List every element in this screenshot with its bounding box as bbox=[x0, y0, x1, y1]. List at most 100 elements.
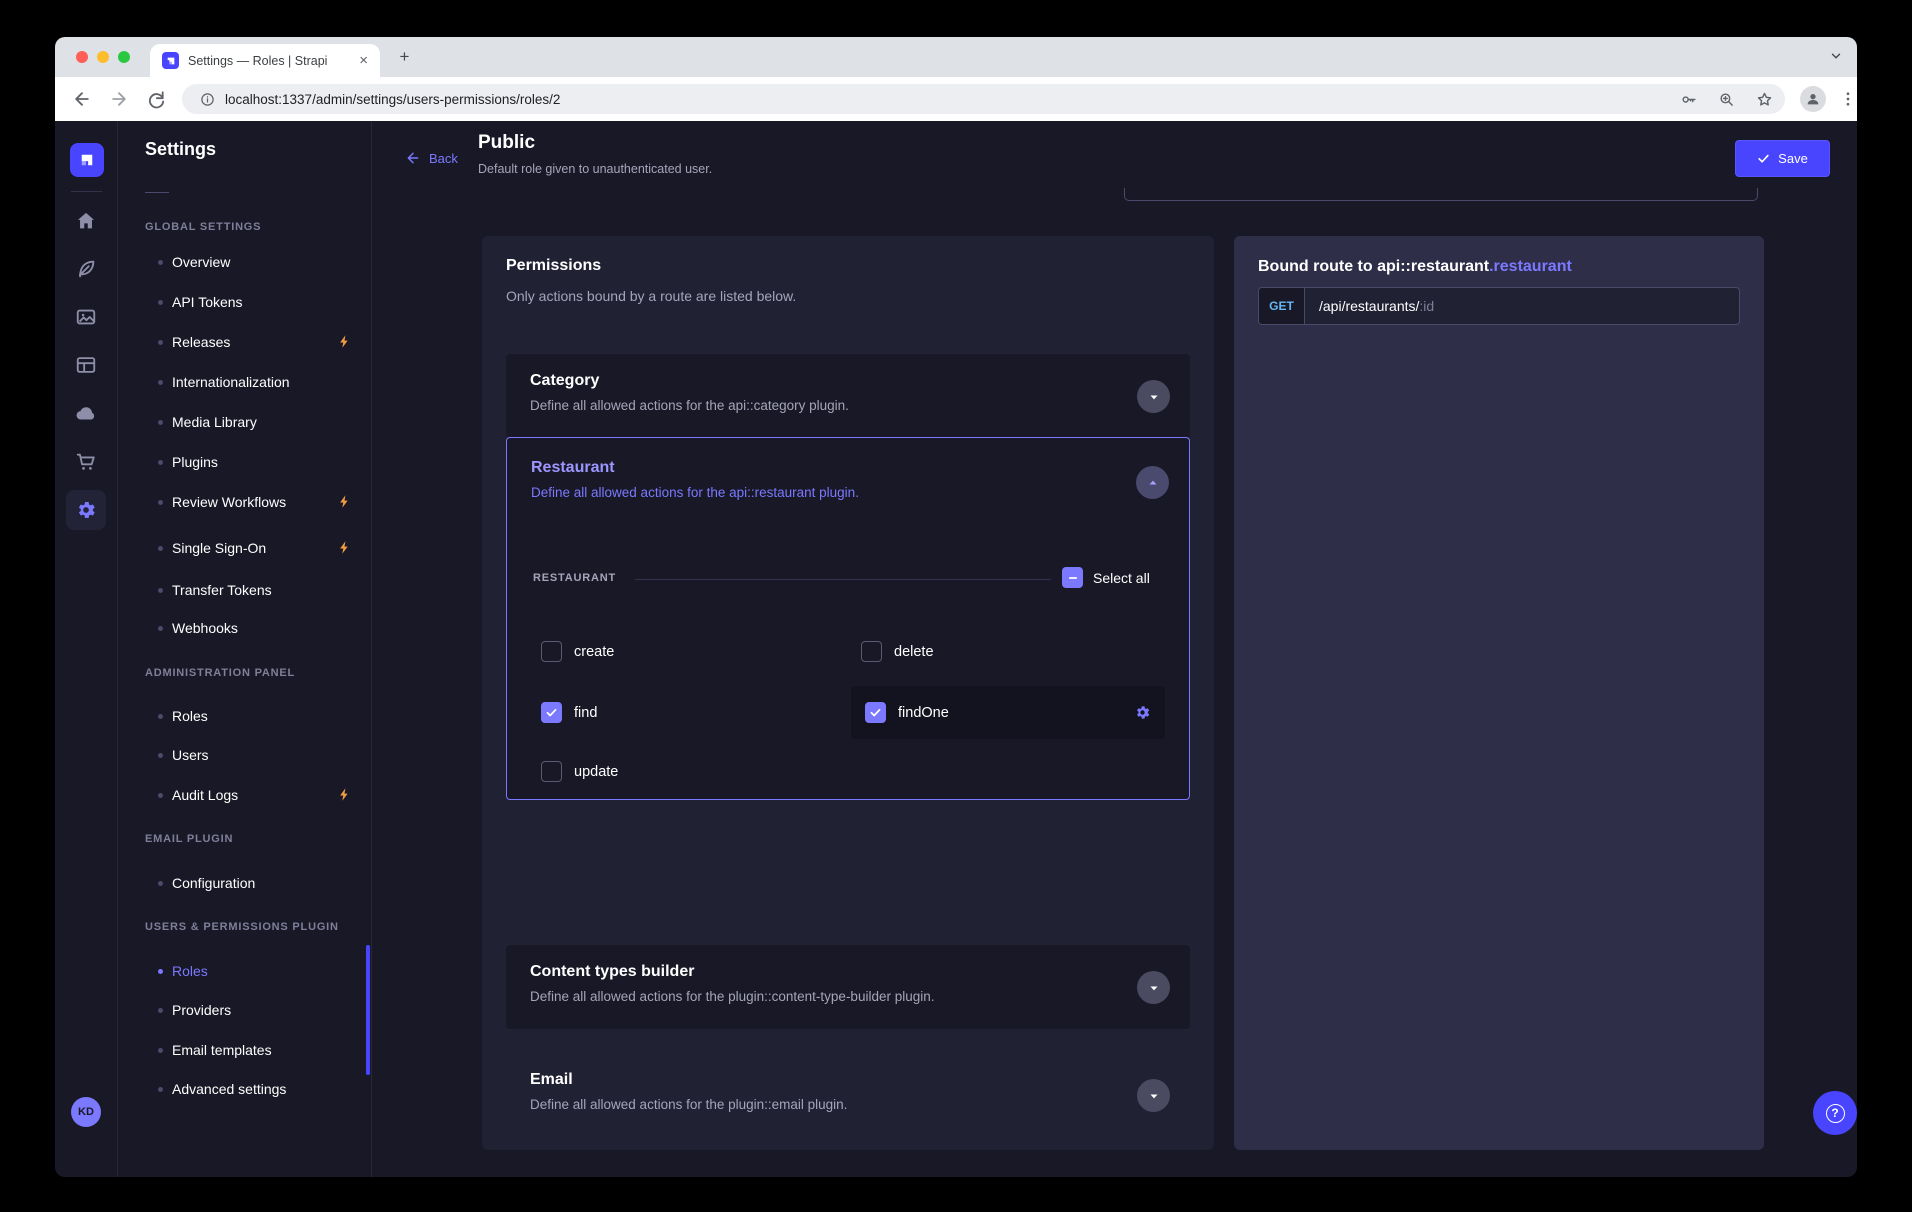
chevron-down-icon[interactable] bbox=[1137, 1079, 1170, 1112]
chevron-up-icon[interactable] bbox=[1136, 466, 1169, 499]
forward-icon[interactable] bbox=[109, 89, 129, 109]
media-library-icon[interactable] bbox=[66, 297, 106, 337]
password-key-icon[interactable] bbox=[1680, 91, 1697, 108]
sidebar-item-providers[interactable]: Providers bbox=[118, 1000, 372, 1022]
permission-update[interactable]: update bbox=[541, 761, 618, 782]
new-tab-button[interactable]: + bbox=[395, 48, 414, 67]
browser-menu-icon[interactable] bbox=[1839, 90, 1857, 108]
sidebar-item-audit-logs[interactable]: Audit Logs bbox=[118, 785, 372, 807]
question-mark-icon: ? bbox=[1826, 1104, 1845, 1123]
sidebar-item-overview[interactable]: Overview bbox=[118, 252, 372, 274]
sidebar-item-admin-roles[interactable]: Roles bbox=[118, 706, 372, 728]
permission-findone-selected-row[interactable]: findOne bbox=[851, 686, 1165, 739]
sidebar-item-email-templates[interactable]: Email templates bbox=[118, 1040, 372, 1062]
select-all-checkbox-indeterminate[interactable] bbox=[1062, 567, 1083, 588]
checkbox-delete-unchecked[interactable] bbox=[861, 641, 882, 662]
page-subtitle: Default role given to unauthenticated us… bbox=[478, 162, 712, 176]
sidebar-item-advanced-settings[interactable]: Advanced settings bbox=[118, 1079, 372, 1101]
bullet-icon bbox=[158, 340, 163, 345]
permission-label: find bbox=[574, 705, 597, 721]
bullet-icon bbox=[158, 969, 163, 974]
sidebar-item-internationalization[interactable]: Internationalization bbox=[118, 372, 372, 394]
sidebar-item-webhooks[interactable]: Webhooks bbox=[118, 618, 372, 640]
accordion-restaurant-expanded[interactable]: Restaurant Define all allowed actions fo… bbox=[506, 437, 1190, 800]
permissions-subtitle: Only actions bound by a route are listed… bbox=[506, 288, 796, 304]
sidebar-item-admin-users[interactable]: Users bbox=[118, 745, 372, 767]
tab-close-icon[interactable]: × bbox=[357, 51, 370, 70]
accordion-description: Define all allowed actions for the api::… bbox=[531, 485, 859, 500]
bookmark-star-icon[interactable] bbox=[1756, 91, 1773, 108]
content-type-builder-icon[interactable] bbox=[66, 345, 106, 385]
accordion-content-types-builder[interactable]: Content types builder Define all allowed… bbox=[506, 945, 1190, 1029]
cloud-icon[interactable] bbox=[66, 393, 106, 433]
back-icon[interactable] bbox=[72, 89, 92, 109]
chevron-down-icon[interactable] bbox=[1137, 380, 1170, 413]
home-icon[interactable] bbox=[66, 201, 106, 241]
permission-label: update bbox=[574, 764, 618, 780]
tab-search-chevron-icon[interactable] bbox=[1829, 49, 1843, 63]
sidebar-item-configuration[interactable]: Configuration bbox=[118, 873, 372, 895]
help-button[interactable]: ? bbox=[1813, 1091, 1857, 1135]
back-label: Back bbox=[429, 151, 458, 166]
permission-label: delete bbox=[894, 644, 934, 660]
sidebar-item-plugins[interactable]: Plugins bbox=[118, 452, 372, 474]
nav-section-users-permissions-plugin: USERS & PERMISSIONS PLUGIN bbox=[145, 921, 339, 933]
checkbox-findone-checked[interactable] bbox=[865, 702, 886, 723]
sidebar-item-single-sign-on[interactable]: Single Sign-On bbox=[118, 538, 372, 560]
sidebar-item-releases[interactable]: Releases bbox=[118, 332, 372, 354]
accordion-email[interactable]: Email Define all allowed actions for the… bbox=[506, 1053, 1190, 1137]
marketplace-cart-icon[interactable] bbox=[66, 442, 106, 482]
subnav-scrollbar-thumb[interactable] bbox=[366, 945, 370, 1075]
back-link[interactable]: Back bbox=[405, 150, 458, 166]
window-close-button[interactable] bbox=[76, 51, 88, 63]
restaurant-section-label: RESTAURANT bbox=[533, 572, 616, 584]
settings-gear-icon[interactable] bbox=[66, 490, 106, 530]
sidebar-item-transfer-tokens[interactable]: Transfer Tokens bbox=[118, 580, 372, 602]
strapi-favicon bbox=[162, 52, 179, 69]
sidebar-item-review-workflows[interactable]: Review Workflows bbox=[118, 492, 372, 514]
checkbox-find-checked[interactable] bbox=[541, 702, 562, 723]
lightning-bolt-icon bbox=[337, 494, 352, 509]
accordion-i18n[interactable]: i18n Define all allowed actions for the … bbox=[506, 1161, 1190, 1177]
zoom-icon[interactable] bbox=[1718, 91, 1735, 108]
sidebar-item-api-tokens[interactable]: API Tokens bbox=[118, 292, 372, 314]
sidebar-item-media-library[interactable]: Media Library bbox=[118, 412, 372, 434]
permission-find[interactable]: find bbox=[541, 702, 597, 723]
window-zoom-button[interactable] bbox=[118, 51, 130, 63]
strapi-logo[interactable] bbox=[70, 143, 104, 177]
url-bar[interactable]: localhost:1337/admin/settings/users-perm… bbox=[182, 84, 1785, 114]
lightning-bolt-icon bbox=[337, 540, 352, 555]
permission-delete[interactable]: delete bbox=[861, 641, 934, 662]
role-description-field-partial[interactable] bbox=[1124, 188, 1758, 201]
content-manager-feather-icon[interactable] bbox=[66, 249, 106, 289]
bound-route-panel: Bound route to api::restaurant.restauran… bbox=[1234, 236, 1764, 1150]
window-minimize-button[interactable] bbox=[97, 51, 109, 63]
select-all-control[interactable]: Select all bbox=[1062, 567, 1150, 588]
bullet-icon bbox=[158, 753, 163, 758]
permission-create[interactable]: create bbox=[541, 641, 614, 662]
checkbox-update-unchecked[interactable] bbox=[541, 761, 562, 782]
sidebar-item-up-roles[interactable]: Roles bbox=[118, 961, 372, 983]
bullet-icon bbox=[158, 793, 163, 798]
browser-tab[interactable]: Settings — Roles | Strapi × bbox=[150, 44, 380, 77]
settings-subnav: Settings GLOBAL SETTINGS Overview API To… bbox=[118, 121, 372, 1177]
user-avatar[interactable]: KD bbox=[71, 1097, 101, 1127]
page-info-icon[interactable] bbox=[200, 92, 215, 107]
http-method-badge: GET bbox=[1259, 288, 1305, 324]
select-all-label: Select all bbox=[1093, 570, 1150, 586]
chevron-down-icon[interactable] bbox=[1137, 971, 1170, 1004]
nav-section-email-plugin: EMAIL PLUGIN bbox=[145, 833, 233, 845]
save-button[interactable]: Save bbox=[1735, 140, 1830, 177]
bullet-icon bbox=[158, 546, 163, 551]
bullet-icon bbox=[158, 300, 163, 305]
route-path: /api/restaurants/:id bbox=[1305, 288, 1434, 324]
advanced-settings-gear-icon[interactable] bbox=[1134, 704, 1151, 721]
accordion-description: Define all allowed actions for the plugi… bbox=[530, 989, 935, 1004]
lightning-bolt-icon bbox=[337, 787, 352, 802]
checkbox-create-unchecked[interactable] bbox=[541, 641, 562, 662]
nav-section-global-settings: GLOBAL SETTINGS bbox=[145, 221, 261, 233]
main-navigation-rail: KD bbox=[55, 121, 118, 1177]
accordion-category[interactable]: Category Define all allowed actions for … bbox=[506, 354, 1190, 438]
reload-icon[interactable] bbox=[146, 89, 166, 109]
browser-profile-avatar[interactable] bbox=[1800, 86, 1826, 112]
